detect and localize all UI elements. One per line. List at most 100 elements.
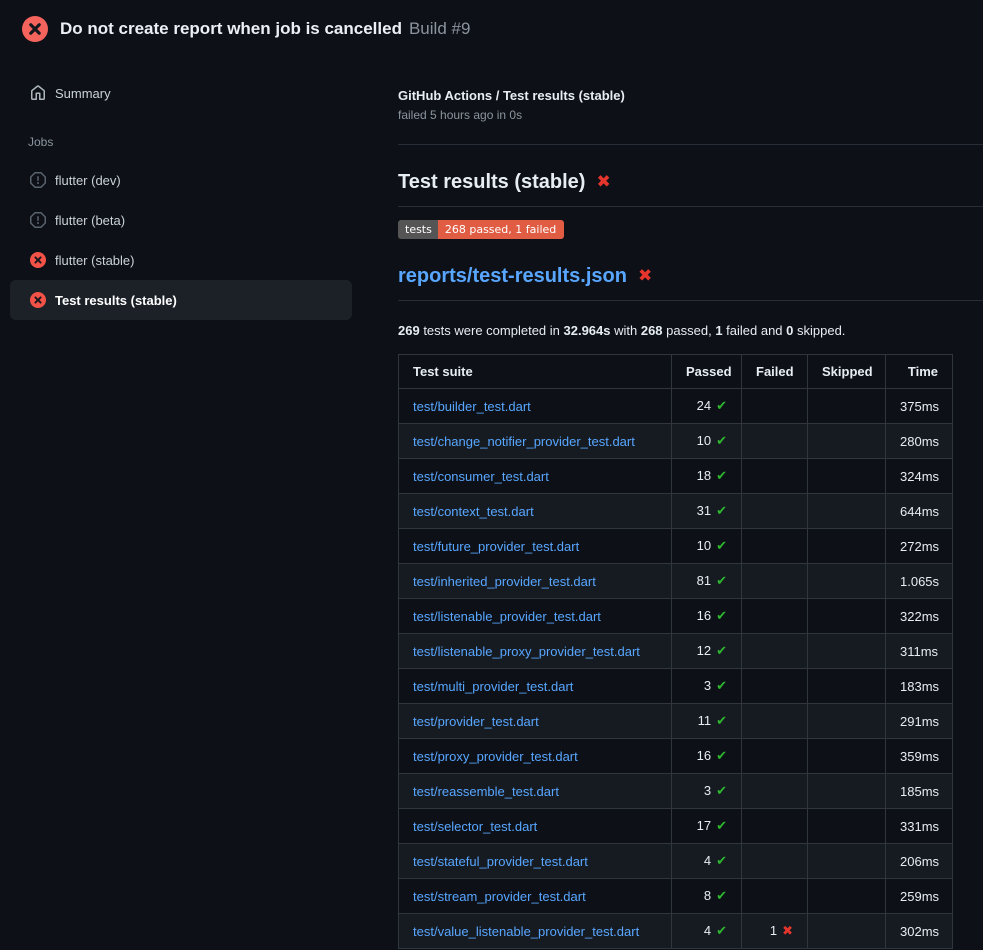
check-mark-icon: ✔ (716, 924, 727, 939)
sidebar-item-flutter-beta[interactable]: flutter (beta) (10, 200, 352, 240)
sidebar-summary-label: Summary (55, 86, 111, 101)
table-row: test/reassemble_test.dart3✔185ms (399, 774, 953, 809)
suite-cell: test/consumer_test.dart (399, 459, 672, 494)
test-suite-link[interactable]: test/selector_test.dart (413, 819, 537, 834)
time-cell: 272ms (886, 529, 953, 564)
passed-cell: 8✔ (672, 879, 742, 914)
check-mark-icon: ✔ (716, 784, 727, 799)
content: GitHub Actions / Test results (stable) f… (380, 57, 983, 949)
skipped-cell (808, 634, 886, 669)
cross-mark-icon: ✖ (596, 174, 610, 191)
section-heading: Test results (stable) ✖ (398, 171, 983, 207)
test-suite-link[interactable]: test/multi_provider_test.dart (413, 679, 573, 694)
failed-cell (742, 529, 808, 564)
skipped-cell (808, 879, 886, 914)
table-row: test/builder_test.dart 24✔ 375ms (399, 389, 953, 424)
passed-cell: 3✔ (672, 774, 742, 809)
passed-cell: 10✔ (672, 529, 742, 564)
test-suite-link[interactable]: test/builder_test.dart (413, 399, 531, 414)
test-suite-link[interactable]: test/proxy_provider_test.dart (413, 749, 578, 764)
sidebar: Summary Jobs flutter (dev)flutter (beta)… (0, 57, 380, 320)
main-layout: Summary Jobs flutter (dev)flutter (beta)… (0, 57, 983, 949)
passed-cell: 10✔ (672, 424, 742, 459)
test-suite-link[interactable]: test/provider_test.dart (413, 714, 539, 729)
skipped-cell (808, 564, 886, 599)
test-suite-link[interactable]: test/future_provider_test.dart (413, 539, 579, 554)
test-suite-link[interactable]: test/context_test.dart (413, 504, 534, 519)
failed-cell (742, 844, 808, 879)
table-row: test/proxy_provider_test.dart16✔359ms (399, 739, 953, 774)
failed-cell (742, 389, 808, 424)
passed-cell: 81✔ (672, 564, 742, 599)
divider (398, 144, 983, 145)
suite-cell: test/stateful_provider_test.dart (399, 844, 672, 879)
passed-cell: 3✔ (672, 669, 742, 704)
table-row: test/stateful_provider_test.dart 4✔ 206ms (399, 844, 953, 879)
sidebar-item-test-results-stable[interactable]: Test results (stable) (10, 280, 352, 320)
column-header-time: Time (886, 355, 953, 389)
table-body: test/builder_test.dart 24✔ 375ms test/chang… (399, 389, 953, 949)
check-mark-icon: ✔ (716, 434, 727, 449)
section-title: Test results (stable) (398, 171, 585, 194)
suite-cell: test/change_notifier_provider_test.dart (399, 424, 672, 459)
table-row: test/consumer_test.dart18✔324ms (399, 459, 953, 494)
failed-cell (742, 809, 808, 844)
time-cell: 206ms (886, 844, 953, 879)
suite-cell: test/provider_test.dart (399, 704, 672, 739)
time-cell: 259ms (886, 879, 953, 914)
passed-cell: 4✔ (672, 844, 742, 879)
table-header-row: Test suitePassedFailedSkippedTime (399, 355, 953, 389)
check-mark-icon: ✔ (716, 714, 727, 729)
run-build-number: Build #9 (409, 19, 470, 39)
test-suite-link[interactable]: test/consumer_test.dart (413, 469, 549, 484)
skipped-cell (808, 844, 886, 879)
failed-cell (742, 704, 808, 739)
run-header: Do not create report when job is cancell… (0, 0, 983, 57)
x-circle-icon (30, 292, 46, 308)
check-mark-icon: ✔ (716, 644, 727, 659)
table-row: test/listenable_provider_test.dart16✔322… (399, 599, 953, 634)
table-row: test/context_test.dart 31✔ 644ms (399, 494, 953, 529)
failed-cell (742, 599, 808, 634)
time-cell: 311ms (886, 634, 953, 669)
table-row: test/future_provider_test.dart 10✔ 272ms (399, 529, 953, 564)
sidebar-item-flutter-dev[interactable]: flutter (dev) (10, 160, 352, 200)
failed-cell (742, 424, 808, 459)
report-file-link[interactable]: reports/test-results.json (398, 265, 627, 288)
test-suite-link[interactable]: test/listenable_provider_test.dart (413, 609, 601, 624)
suite-cell: test/builder_test.dart (399, 389, 672, 424)
failed-cell (742, 494, 808, 529)
skipped-cell (808, 529, 886, 564)
test-suite-link[interactable]: test/stateful_provider_test.dart (413, 854, 588, 869)
test-suite-link[interactable]: test/listenable_proxy_provider_test.dart (413, 644, 640, 659)
passed-cell: 31✔ (672, 494, 742, 529)
sidebar-item-summary[interactable]: Summary (0, 73, 380, 113)
run-title: Do not create report when job is cancell… (60, 19, 402, 39)
test-suite-link[interactable]: test/value_listenable_provider_test.dart (413, 924, 639, 939)
test-suite-link[interactable]: test/stream_provider_test.dart (413, 889, 586, 904)
sidebar-item-flutter-stable[interactable]: flutter (stable) (10, 240, 352, 280)
x-circle-icon (22, 16, 48, 42)
skipped-cell (808, 389, 886, 424)
passed-cell: 11✔ (672, 704, 742, 739)
suite-cell: test/stream_provider_test.dart (399, 879, 672, 914)
tests-badge: tests 268 passed, 1 failed (398, 220, 564, 239)
time-cell: 644ms (886, 494, 953, 529)
suite-cell: test/listenable_proxy_provider_test.dart (399, 634, 672, 669)
table-row: test/provider_test.dart11✔291ms (399, 704, 953, 739)
table-row: test/listenable_proxy_provider_test.dart… (399, 634, 953, 669)
test-suite-link[interactable]: test/change_notifier_provider_test.dart (413, 434, 635, 449)
time-cell: 183ms (886, 669, 953, 704)
passed-cell: 4✔ (672, 914, 742, 949)
test-suite-link[interactable]: test/inherited_provider_test.dart (413, 574, 596, 589)
skipped-cell (808, 669, 886, 704)
passed-cell: 24✔ (672, 389, 742, 424)
suite-cell: test/inherited_provider_test.dart (399, 564, 672, 599)
time-cell: 375ms (886, 389, 953, 424)
test-suite-link[interactable]: test/reassemble_test.dart (413, 784, 559, 799)
passed-cell: 17✔ (672, 809, 742, 844)
skipped-cell (808, 494, 886, 529)
table-row: test/value_listenable_provider_test.dart… (399, 914, 953, 949)
check-mark-icon: ✔ (716, 469, 727, 484)
suite-cell: test/multi_provider_test.dart (399, 669, 672, 704)
